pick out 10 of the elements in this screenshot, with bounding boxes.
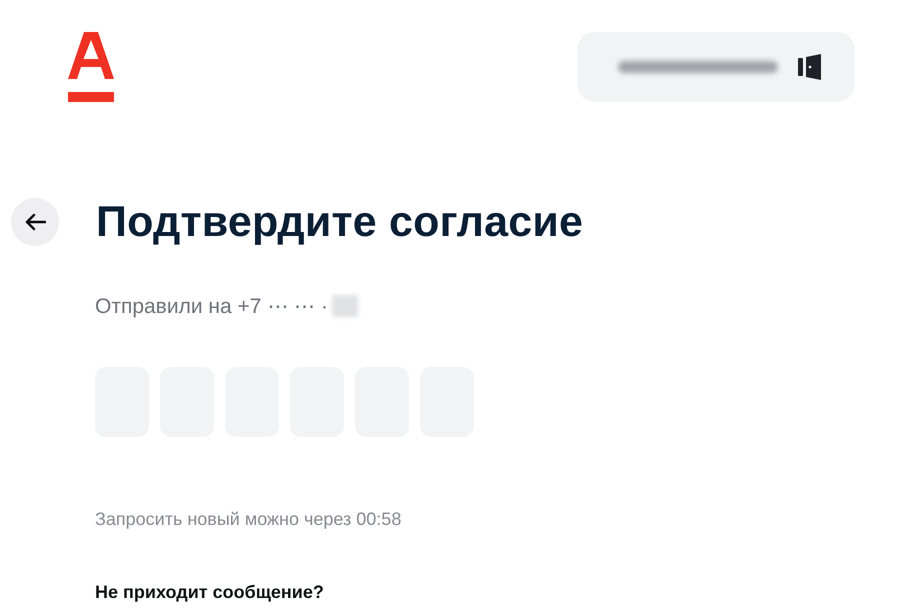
back-arrow-icon	[24, 213, 46, 231]
sent-to-text: Отправили на +7 ⋯ ⋯ ·	[95, 294, 328, 318]
page-title: Подтвердите согласие	[96, 197, 584, 248]
redacted-digits	[332, 295, 358, 317]
logo-icon[interactable]	[68, 32, 114, 102]
no-message-link[interactable]: Не приходит сообщение?	[95, 580, 324, 604]
resend-timer-text: Запросить новый можно через 00:58	[95, 508, 402, 531]
back-button[interactable]	[11, 198, 59, 246]
account-button[interactable]	[577, 32, 855, 102]
door-icon	[798, 54, 822, 80]
